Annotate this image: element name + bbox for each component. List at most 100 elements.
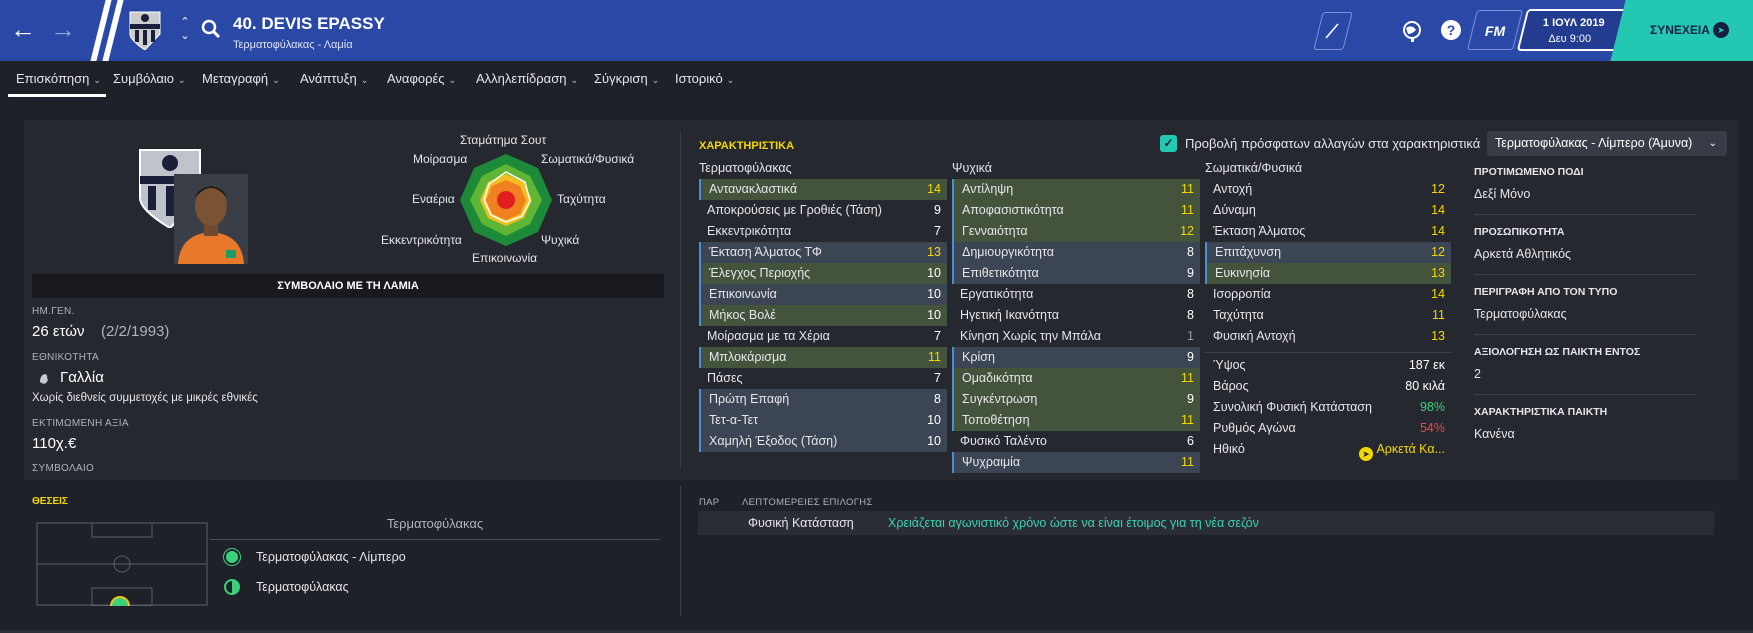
attribute-row[interactable]: Ηθικό Αρκετά Κα... — [1205, 439, 1451, 461]
back-arrow-icon[interactable]: ← — [8, 14, 38, 44]
forward-arrow-icon[interactable]: → — [48, 14, 78, 44]
attribute-row[interactable]: Ψυχραιμία 11 — [952, 452, 1200, 473]
attribute-row[interactable]: Αντοχή 12 — [1205, 179, 1451, 200]
tab-contract[interactable]: Συμβόλαιο ⌄ — [113, 71, 186, 86]
player-switch-arrows[interactable]: ⌃ ⌄ — [178, 15, 192, 43]
radar-label: Ταχύτητα — [557, 192, 606, 206]
attribute-row[interactable]: Εκκεντρικότητα 7 — [699, 221, 947, 242]
attribute-name: Κρίση — [962, 350, 995, 364]
attribute-row[interactable]: Εργατικότητα 8 — [952, 284, 1200, 305]
fm-menu-button[interactable]: FM — [1470, 14, 1520, 48]
attribute-row[interactable]: Γενναιότητα 12 — [952, 221, 1200, 242]
attribute-row[interactable]: Τετ-α-Τετ 10 — [699, 410, 947, 431]
tab-transfer[interactable]: Μεταγραφή ⌄ — [202, 71, 280, 86]
attribute-row[interactable]: Κρίση 9 — [952, 347, 1200, 368]
attribute-value: 9 — [1187, 266, 1194, 280]
date-display[interactable]: 1 ΙΟΥΛ 2019 Δευ 9:00 — [1516, 9, 1628, 51]
attribute-row[interactable]: Πάσες 7 — [699, 368, 947, 389]
media-description-value: Τερματοφύλακας — [1474, 307, 1567, 321]
player-profile-screen: ← → ⌃ ⌄ 40. DEVIS EPASSY Τερματοφύλακας -… — [0, 0, 1753, 633]
attribute-name: Φυσική Αντοχή — [1213, 329, 1296, 343]
help-icon[interactable]: ? — [1437, 16, 1467, 46]
tab-label: Μεταγραφή — [202, 71, 269, 86]
dob-value: (2/2/1993) — [101, 323, 170, 340]
divider — [1474, 214, 1696, 215]
attribute-row[interactable]: Συγκέντρωση 9 — [952, 389, 1200, 410]
attribute-row[interactable]: Έλεγχος Περιοχής 10 — [699, 263, 947, 284]
chevron-down-icon: ⌄ — [93, 75, 101, 85]
player-subtitle[interactable]: Τερματοφύλακας - Λαμία — [233, 39, 353, 51]
selection-col-par: ΠΑΡ — [699, 497, 720, 508]
attribute-value: 10 — [927, 434, 941, 448]
attribute-value: Αρκετά Κα... — [1376, 442, 1445, 456]
attribute-row[interactable]: Χαμηλή Έξοδος (Τάση) 10 — [699, 431, 947, 452]
tab-history[interactable]: Ιστορικό ⌄ — [675, 71, 734, 86]
attribute-value: 14 — [927, 182, 941, 196]
attribute-row[interactable]: Ισορροπία 14 — [1205, 284, 1451, 305]
attribute-row[interactable]: Ομαδικότητα 11 — [952, 368, 1200, 389]
tab-comparison[interactable]: Σύγκριση ⌄ — [594, 71, 659, 86]
attribute-row[interactable]: Επικοινωνία 10 — [699, 284, 947, 305]
role-dropdown-value: Τερματοφύλακας - Λίμπερο (Άμυνα) — [1495, 136, 1693, 150]
attribute-row[interactable]: Μοίρασμα με τα Χέρια 7 — [699, 326, 947, 347]
attribute-row[interactable]: Μπλοκάρισμα 11 — [699, 347, 947, 368]
selection-col-details: ΛΕΠΤΟΜΕΡΕΙΕΣ ΕΠΙΛΟΓΗΣ — [742, 497, 873, 508]
attribute-row[interactable]: Βάρος 80 κιλά — [1205, 376, 1451, 398]
tab-development[interactable]: Ανάπτυξη ⌄ — [300, 71, 368, 86]
attribute-row[interactable]: Δύναμη 14 — [1205, 200, 1451, 221]
chevron-down-icon[interactable]: ⌄ — [178, 29, 192, 43]
attribute-row[interactable]: Ρυθμός Αγώνα 54% — [1205, 418, 1451, 440]
attribute-row[interactable]: Μήκος Βολέ 10 — [699, 305, 947, 326]
attribute-row[interactable]: Έκταση Άλματος 14 — [1205, 221, 1451, 242]
tab-overview[interactable]: Επισκόπηση ⌄ — [16, 71, 101, 86]
attribute-value: 13 — [927, 245, 941, 259]
attribute-row[interactable]: Συνολική Φυσική Κατάσταση 98% — [1205, 397, 1451, 419]
attribute-row[interactable]: Φυσική Αντοχή 13 — [1205, 326, 1451, 347]
world-icon[interactable] — [1398, 16, 1428, 46]
attribute-value: 13 — [1431, 329, 1445, 343]
radar-label: Εναέρια — [412, 192, 455, 206]
attribute-value: 11 — [1432, 308, 1445, 322]
nationality-value[interactable]: Γαλλία — [60, 369, 104, 386]
tab-label: Αλληλεπίδραση — [476, 71, 567, 86]
attribute-name: Ηγετική Ικανότητα — [960, 308, 1059, 322]
attribute-row[interactable]: Κίνηση Χωρίς την Μπάλα 1 — [952, 326, 1200, 347]
chevron-down-icon: ⌄ — [360, 75, 369, 85]
attribute-value: 54% — [1419, 421, 1445, 435]
attribute-row[interactable]: Αντίληψη 11 — [952, 179, 1200, 200]
attribute-row[interactable]: Αντανακλαστικά 14 — [699, 179, 947, 200]
attribute-row[interactable]: Ηγετική Ικανότητα 8 — [952, 305, 1200, 326]
attribute-row[interactable]: Επιτάχυνση 12 — [1205, 242, 1451, 263]
attribute-row[interactable]: Ύψος 187 εκ — [1205, 355, 1451, 377]
attribute-value: 8 — [1187, 245, 1194, 259]
player-name: 40. DEVIS EPASSY — [233, 14, 385, 33]
tab-reports[interactable]: Αναφορές ⌄ — [387, 71, 456, 86]
attribute-row[interactable]: Αποφασιστικότητα 11 — [952, 200, 1200, 221]
attribute-row[interactable]: Ταχύτητα 11 — [1205, 305, 1451, 326]
attribute-name: Εκκεντρικότητα — [707, 224, 792, 238]
show-changes-checkbox[interactable]: ✓ — [1160, 135, 1177, 152]
attribute-row[interactable]: Δημιουργικότητα 8 — [952, 242, 1200, 263]
tab-label: Ανάπτυξη — [300, 71, 357, 86]
attribute-row[interactable]: Ευκινησία 13 — [1205, 263, 1451, 284]
attribute-name: Μοίρασμα με τα Χέρια — [707, 329, 830, 343]
club-crest-icon[interactable] — [128, 10, 162, 50]
nationality-label: ΕΘΝΙΚΟΤΗΤΑ — [32, 352, 99, 363]
search-icon[interactable] — [200, 18, 222, 40]
attribute-row[interactable]: Πρώτη Επαφή 8 — [699, 389, 947, 410]
attribute-row[interactable]: Τοποθέτηση 11 — [952, 410, 1200, 431]
chevron-up-icon[interactable]: ⌃ — [178, 15, 192, 29]
tab-interaction[interactable]: Αλληλεπίδραση ⌄ — [476, 71, 578, 86]
attribute-row[interactable]: Έκταση Άλματος ΤΦ 13 — [699, 242, 947, 263]
attribute-row[interactable]: Φυσικό Ταλέντο 6 — [952, 431, 1200, 452]
svg-text:?: ? — [1447, 22, 1456, 38]
chevron-down-icon: ⌄ — [651, 75, 660, 85]
role-dropdown[interactable]: Τερματοφύλακας - Λίμπερο (Άμυνα) ⌄ — [1487, 131, 1727, 156]
attribute-name: Δύναμη — [1213, 203, 1256, 217]
divider — [680, 486, 681, 616]
attribute-row[interactable]: Επιθετικότητα 9 — [952, 263, 1200, 284]
attribute-name: Ύψος — [1213, 358, 1246, 372]
attribute-name: Μπλοκάρισμα — [709, 350, 787, 364]
attribute-row[interactable]: Αποκρούσεις με Γροθιές (Τάση) 9 — [699, 200, 947, 221]
attribute-name: Μήκος Βολέ — [709, 308, 776, 322]
